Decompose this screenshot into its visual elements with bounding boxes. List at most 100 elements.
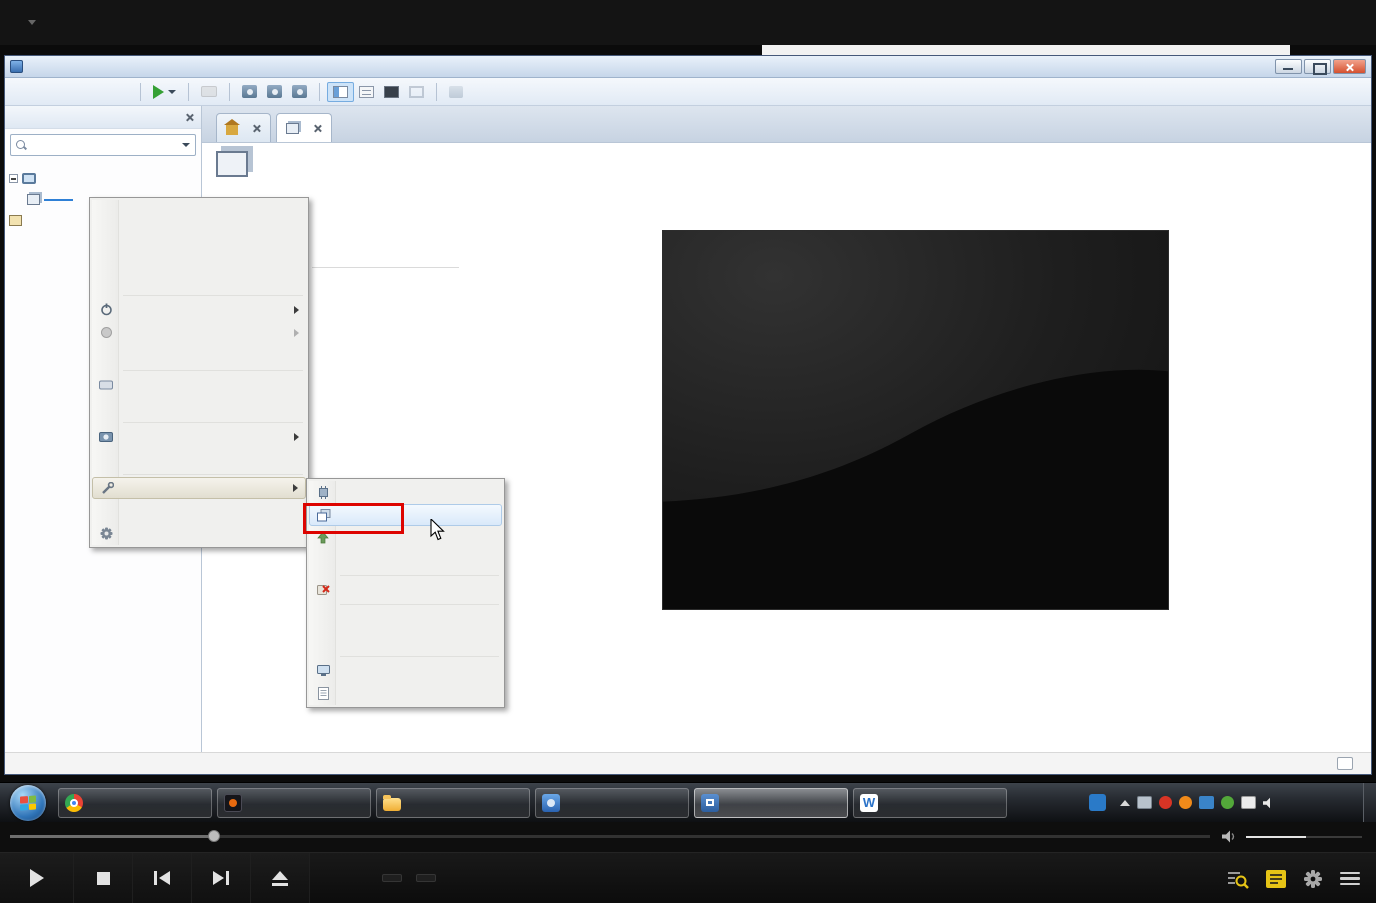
- tray-security-icon[interactable]: [1221, 796, 1234, 809]
- show-library-button[interactable]: [327, 81, 354, 102]
- chevron-down-icon[interactable]: [28, 20, 36, 25]
- menu-separator: [340, 604, 499, 605]
- revert-snapshot-icon: [267, 85, 282, 98]
- tab-first[interactable]: [276, 113, 332, 142]
- next-button[interactable]: [192, 852, 251, 903]
- delete-icon: [315, 582, 331, 598]
- menu-item-remove[interactable]: [92, 269, 306, 292]
- hardware-icon: [315, 485, 331, 501]
- taskbar-item-kk-recorder[interactable]: [217, 787, 371, 818]
- tab-home[interactable]: [216, 113, 271, 142]
- menu-button[interactable]: [1340, 872, 1360, 885]
- seek-bar[interactable]: [10, 830, 1210, 842]
- scene-search-button[interactable]: [1227, 869, 1249, 889]
- play-button[interactable]: [0, 852, 74, 903]
- minimize-button[interactable]: [1275, 59, 1302, 74]
- menu-item-pause[interactable]: [92, 344, 306, 367]
- submenu-item-download[interactable]: [309, 549, 502, 572]
- snapshot-manager-button[interactable]: [287, 82, 312, 101]
- menu-item-removable-devices[interactable]: [92, 321, 306, 344]
- revert-snapshot-button[interactable]: [262, 82, 287, 101]
- menu-file[interactable]: [13, 87, 33, 97]
- taskbar-item-browser[interactable]: [58, 787, 212, 818]
- mouse-cursor: [430, 517, 445, 546]
- tree-item-my-computer[interactable]: [9, 168, 197, 189]
- potplayer-window: [0, 0, 1376, 903]
- ime-icon[interactable]: [1089, 794, 1106, 811]
- menu-item-mark-favorite[interactable]: [92, 223, 306, 246]
- status-message-icon[interactable]: [1337, 757, 1353, 770]
- vnc-monitor-icon: [315, 663, 331, 679]
- tray-volume-icon[interactable]: [1263, 797, 1277, 809]
- menu-item-send-ctrl-alt-del[interactable]: [92, 373, 306, 396]
- menu-edit[interactable]: [33, 87, 53, 97]
- video-display-area[interactable]: [0, 45, 1376, 823]
- tab-close-icon[interactable]: [313, 124, 322, 133]
- taskbar-item-wps[interactable]: [853, 787, 1007, 818]
- taskbar-item-control-panel[interactable]: [535, 787, 689, 818]
- wrench-icon: [99, 480, 115, 496]
- menu-separator: [340, 575, 499, 576]
- submenu-item-delete-from-disk[interactable]: [309, 578, 502, 601]
- power-on-button[interactable]: [148, 82, 181, 102]
- removable-device-icon: [98, 325, 114, 341]
- close-button[interactable]: [1333, 59, 1366, 74]
- menu-tabs[interactable]: [93, 87, 113, 97]
- submenu-item-change-hw-compat[interactable]: [309, 481, 502, 504]
- vm-icon: [27, 194, 40, 205]
- send-ctrl-alt-del-button[interactable]: [196, 83, 222, 100]
- show-desktop-button[interactable]: [1363, 782, 1376, 823]
- show-hidden-icons-arrow[interactable]: [1120, 799, 1130, 806]
- playlist-button[interactable]: [1266, 869, 1286, 888]
- menu-item-close-tab[interactable]: [92, 200, 306, 223]
- taskbar-item-vmware[interactable]: [694, 787, 848, 818]
- settings-button[interactable]: [1303, 869, 1323, 889]
- stop-button[interactable]: [74, 852, 133, 903]
- take-snapshot-button[interactable]: [237, 82, 262, 101]
- open-button[interactable]: [251, 852, 310, 903]
- menu-item-power[interactable]: [92, 298, 306, 321]
- vm-screen-preview[interactable]: [662, 230, 1169, 610]
- recorder-icon: [224, 793, 242, 812]
- menu-item-install-vmware-tools[interactable]: [92, 499, 306, 522]
- seek-thumb[interactable]: [208, 830, 220, 842]
- volume-icon[interactable]: [1222, 830, 1238, 843]
- tree-expander-icon[interactable]: [9, 174, 18, 183]
- submenu-item-permissions[interactable]: [309, 630, 502, 653]
- tray-record-dot-icon[interactable]: [1179, 796, 1192, 809]
- tab-close-icon[interactable]: [252, 124, 261, 133]
- submenu-item-message-log[interactable]: [309, 682, 502, 705]
- search-input[interactable]: [30, 139, 176, 151]
- submenu-item-vnc-connections[interactable]: [309, 659, 502, 682]
- search-dropdown-icon[interactable]: [182, 143, 190, 147]
- previous-button[interactable]: [133, 852, 192, 903]
- taskbar-item-explorer[interactable]: [376, 787, 530, 818]
- menu-item-manage[interactable]: [92, 477, 306, 499]
- start-button[interactable]: [10, 784, 46, 821]
- menu-item-rename[interactable]: [92, 246, 306, 269]
- fullscreen-button[interactable]: [404, 83, 429, 101]
- console-view-button[interactable]: [379, 83, 404, 101]
- menu-vm[interactable]: [73, 87, 93, 97]
- maximize-button[interactable]: [1304, 59, 1331, 75]
- volume-slider[interactable]: [1246, 836, 1362, 838]
- fullscreen-icon: [409, 85, 424, 98]
- potplayer-seek-row: [0, 822, 1376, 852]
- tray-vmware-icon[interactable]: [1199, 796, 1214, 809]
- unity-button[interactable]: [444, 83, 468, 101]
- tray-document-icon[interactable]: [1241, 796, 1256, 809]
- summary-view-button[interactable]: [354, 83, 379, 101]
- tray-recorder-icon[interactable]: [1159, 796, 1172, 809]
- menu-item-grab-input[interactable]: [92, 396, 306, 419]
- menu-item-snapshot[interactable]: [92, 425, 306, 448]
- library-close-icon[interactable]: [185, 113, 194, 122]
- tab-strip: [202, 106, 1371, 143]
- power-icon: [98, 302, 114, 318]
- menu-item-settings[interactable]: [92, 522, 306, 545]
- vmware-app-icon: [10, 60, 23, 73]
- menu-view[interactable]: [53, 87, 73, 97]
- submenu-item-share[interactable]: [309, 607, 502, 630]
- menu-item-capture-screen[interactable]: [92, 448, 306, 471]
- tray-display-icon[interactable]: [1137, 796, 1152, 809]
- menu-help[interactable]: [113, 87, 133, 97]
